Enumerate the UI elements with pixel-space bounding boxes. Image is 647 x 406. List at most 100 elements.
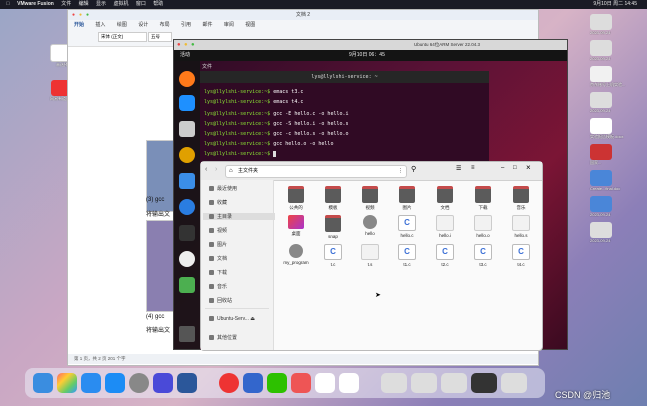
writer-icon[interactable]	[179, 173, 195, 189]
desktop-icon[interactable]: 2023-09-24	[590, 196, 645, 222]
file-item[interactable]: Ct2.c	[427, 244, 463, 267]
file-item[interactable]: 模板	[315, 186, 351, 210]
desktop-icon[interactable]: 国家...	[590, 144, 645, 170]
file-item[interactable]: t.s	[352, 244, 388, 267]
minimize-icon[interactable]: –	[501, 165, 504, 171]
view-list-icon[interactable]: ☰	[456, 165, 461, 172]
finder-icon[interactable]	[33, 373, 53, 393]
tab-design[interactable]: 设计	[138, 22, 148, 28]
trash-icon[interactable]	[179, 277, 195, 293]
thunderbird-icon[interactable]	[179, 95, 195, 111]
location-bar[interactable]: ⌂ 主文件夹 ⋮	[225, 165, 407, 178]
desktop-icon[interactable]: 京东账号上机实验...	[590, 66, 645, 92]
window-thumbnail[interactable]	[441, 373, 467, 393]
menu-edit[interactable]: 编辑	[79, 1, 89, 7]
close-icon[interactable]: ×	[526, 163, 531, 172]
window-thumbnail[interactable]	[501, 373, 527, 393]
menu-file[interactable]: 文件	[61, 1, 71, 7]
sidebar-item-pictures[interactable]: 图片	[209, 241, 227, 248]
file-item[interactable]: snap	[315, 215, 351, 239]
sidebar-item-music[interactable]: 音乐	[209, 283, 227, 290]
minimize-icon[interactable]: ●	[184, 40, 188, 50]
tab-home[interactable]: 开始	[74, 22, 84, 28]
desktop-icon[interactable]: 2023-09-24	[590, 92, 645, 118]
toolbox-icon[interactable]	[291, 373, 311, 393]
app-store-icon[interactable]	[105, 373, 125, 393]
file-item[interactable]: 文档	[427, 186, 463, 210]
file-item[interactable]: hello.i	[427, 215, 463, 238]
zoom-icon[interactable]: ●	[86, 10, 89, 20]
file-item[interactable]: Chello.c	[389, 215, 425, 238]
activities-button[interactable]: 活动	[180, 52, 190, 58]
desktop-icon[interactable]: 2023-09-24	[590, 14, 645, 40]
tab-references[interactable]: 引用	[181, 22, 191, 28]
gnome-clock[interactable]: 9月10日 06：45	[349, 50, 385, 61]
menu-vmware[interactable]: VMware Fusion	[17, 1, 54, 7]
lark-icon[interactable]	[339, 373, 359, 393]
file-item[interactable]: Ct.c	[315, 244, 351, 267]
chrome-icon[interactable]	[219, 373, 239, 393]
sidebar-item-trash[interactable]: 回收站	[209, 297, 232, 304]
minimize-icon[interactable]: ●	[79, 10, 82, 20]
desktop-icon[interactable]: 2023-09-24	[590, 222, 645, 248]
window-thumbnail[interactable]	[381, 373, 407, 393]
sidebar-item-starred[interactable]: 收藏	[209, 199, 227, 206]
wps-icon[interactable]	[315, 373, 335, 393]
menu-vm[interactable]: 虚拟机	[113, 1, 128, 7]
tab-insert[interactable]: 插入	[95, 22, 105, 28]
location-menu-icon[interactable]: ⋮	[398, 166, 403, 177]
sidebar-item-other-locations[interactable]: 其他位置	[209, 334, 237, 341]
firefox-icon[interactable]	[179, 71, 195, 87]
file-item[interactable]: 公共的	[278, 186, 314, 210]
zoom-icon[interactable]: ●	[191, 40, 195, 50]
pencil-app-icon[interactable]	[153, 373, 173, 393]
file-item[interactable]: hello.s	[503, 215, 539, 238]
help-icon[interactable]	[179, 199, 195, 215]
sidebar-item-drive[interactable]: Ubuntu-Serv... ⏏	[209, 316, 255, 322]
word-icon[interactable]	[177, 373, 197, 393]
maximize-icon[interactable]: □	[513, 165, 517, 171]
file-item[interactable]: 桌面	[278, 215, 314, 236]
app-grid-icon[interactable]	[179, 326, 195, 342]
file-item[interactable]: Ct1.c	[389, 244, 425, 267]
menu-icon[interactable]: ≡	[471, 165, 475, 171]
terminal-icon[interactable]	[179, 225, 195, 241]
file-item[interactable]: Ct3.c	[465, 244, 501, 267]
file-item[interactable]: 视频	[352, 186, 388, 210]
files-icon[interactable]	[179, 121, 195, 137]
rhythmbox-icon[interactable]	[179, 147, 195, 163]
tab-review[interactable]: 审阅	[224, 22, 234, 28]
forward-icon[interactable]: ›	[215, 166, 217, 173]
settings-icon[interactable]	[129, 373, 149, 393]
sidebar-item-videos[interactable]: 视频	[209, 227, 227, 234]
window-thumbnail[interactable]	[411, 373, 437, 393]
sidebar-item-downloads[interactable]: 下载	[209, 269, 227, 276]
search-icon[interactable]: ⚲	[411, 165, 416, 173]
desktop-icon[interactable]: 2023-09-24	[590, 40, 645, 66]
tab-draw[interactable]: 绘图	[117, 22, 127, 28]
eject-icon[interactable]: ⏏	[250, 316, 255, 322]
desktop-icon[interactable]: 实验报告模板.docx	[590, 118, 645, 144]
menu-window[interactable]: 窗口	[136, 1, 146, 7]
font-select[interactable]: 宋体 (正文)	[98, 32, 147, 42]
disc-icon[interactable]	[179, 251, 195, 267]
wechat-icon[interactable]	[267, 373, 287, 393]
file-item[interactable]: Ct4.c	[503, 244, 539, 267]
back-icon[interactable]: ‹	[205, 166, 207, 173]
file-item[interactable]: my_program	[278, 244, 314, 265]
file-item[interactable]: hello.o	[465, 215, 501, 238]
menu-view[interactable]: 显示	[96, 1, 106, 7]
desktop-icon[interactable]: Create...final.doc	[590, 170, 645, 196]
vmware-icon[interactable]	[243, 373, 263, 393]
close-icon[interactable]: ●	[177, 40, 181, 50]
font-size-select[interactable]: 五号	[148, 32, 172, 42]
tab-view[interactable]: 视图	[245, 22, 255, 28]
launchpad-icon[interactable]	[57, 373, 77, 393]
window-thumbnail[interactable]	[471, 373, 497, 393]
sidebar-item-recent[interactable]: 最近使用	[209, 185, 237, 192]
apple-icon[interactable]: 	[6, 1, 10, 7]
file-item[interactable]: 音乐	[503, 186, 539, 210]
close-icon[interactable]: ●	[72, 10, 75, 20]
sidebar-item-home[interactable]: 主目录	[203, 213, 275, 220]
menu-help[interactable]: 帮助	[153, 1, 163, 7]
